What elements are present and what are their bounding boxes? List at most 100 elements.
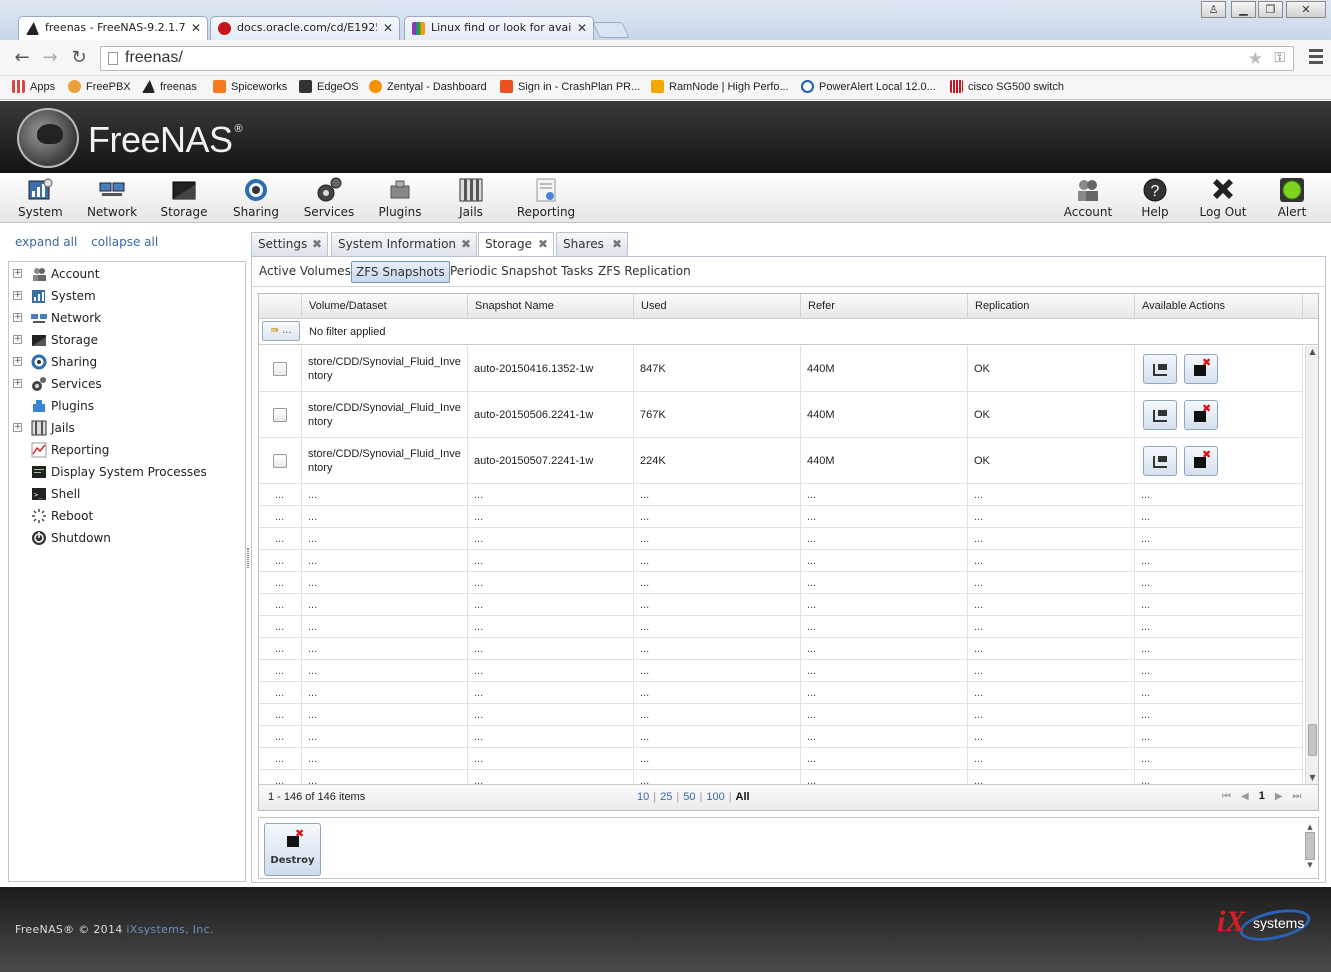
pane-splitter[interactable] xyxy=(247,548,249,568)
window-close-button[interactable]: ✕ xyxy=(1286,1,1326,18)
prev-page-icon[interactable]: ◀ xyxy=(1241,791,1249,802)
column-header-replication[interactable]: Replication xyxy=(968,294,1135,319)
expand-icon[interactable]: + xyxy=(13,269,22,278)
first-page-icon[interactable]: ⏮ xyxy=(1222,791,1231,802)
destroy-snapshot-button[interactable] xyxy=(1184,399,1218,430)
destroy-snapshot-button[interactable] xyxy=(1184,353,1218,384)
expand-icon[interactable]: + xyxy=(13,313,22,322)
scroll-up-icon[interactable]: ▲ xyxy=(1306,346,1318,358)
address-bar[interactable]: freenas/ ★ ⚿ xyxy=(100,46,1294,71)
page-size-25[interactable]: 25 xyxy=(660,791,672,803)
nav-reporting[interactable]: Reporting xyxy=(514,177,578,219)
scroll-up-icon[interactable]: ▲ xyxy=(1304,822,1316,832)
tab-shares[interactable]: Shares ✖ xyxy=(556,232,628,257)
maximize-button[interactable]: ❐ xyxy=(1258,1,1283,18)
bookmark-cisco[interactable]: cisco SG500 switch xyxy=(950,80,1064,94)
nav-plugins[interactable]: Plugins xyxy=(376,177,424,219)
browser-tab-linux[interactable]: Linux find or look for availabl ✕ xyxy=(404,16,594,40)
close-icon[interactable]: ✕ xyxy=(191,17,201,39)
nav-jails[interactable]: Jails xyxy=(452,177,490,219)
collapse-all-link[interactable]: collapse all xyxy=(91,235,158,249)
column-header-used[interactable]: Used xyxy=(634,294,801,319)
new-tab-button[interactable] xyxy=(592,22,630,38)
close-icon[interactable]: ✕ xyxy=(577,17,587,39)
bookmark-spiceworks[interactable]: Spiceworks xyxy=(213,80,287,94)
subtab-active-volumes[interactable]: Active Volumes xyxy=(255,261,355,283)
nav-account[interactable]: Account xyxy=(1062,177,1114,219)
tab-settings[interactable]: Settings ✖ xyxy=(251,232,328,257)
scroll-down-icon[interactable]: ▼ xyxy=(1306,772,1318,784)
tab-system-information[interactable]: System Information ✖ xyxy=(331,232,477,257)
select-column-header[interactable] xyxy=(259,294,302,319)
nav-system[interactable]: System xyxy=(18,177,63,219)
tab-storage[interactable]: Storage ✖ xyxy=(478,232,554,257)
user-profile-button[interactable]: ♙ xyxy=(1201,1,1226,18)
expand-icon[interactable]: + xyxy=(13,335,22,344)
scroll-thumb[interactable] xyxy=(1305,832,1315,860)
bookmark-apps[interactable]: Apps xyxy=(12,80,55,94)
scroll-thumb[interactable] xyxy=(1308,724,1317,756)
bookmark-edgeos[interactable]: EdgeOS xyxy=(299,80,359,94)
nav-help[interactable]: ? Help xyxy=(1138,177,1172,219)
filter-button[interactable]: ⇛ ... xyxy=(262,321,300,341)
page-size-all[interactable]: All xyxy=(736,791,750,803)
bookmark-freepbx[interactable]: FreePBX xyxy=(68,80,131,94)
destroy-snapshot-button[interactable] xyxy=(1184,445,1218,476)
row-checkbox[interactable] xyxy=(273,361,287,376)
key-icon[interactable]: ⚿ xyxy=(1274,50,1285,66)
back-button[interactable]: ← xyxy=(11,48,33,68)
table-row[interactable]: store/CDD/Synovial_Fluid_Inventory auto-… xyxy=(259,346,1303,392)
expand-icon[interactable]: + xyxy=(13,423,22,432)
expand-icon[interactable]: + xyxy=(13,379,22,388)
browser-tab-freenas[interactable]: freenas - FreeNAS-9.2.1.7-R ✕ xyxy=(18,16,208,40)
close-icon[interactable]: ✖ xyxy=(538,233,548,256)
close-icon[interactable]: ✖ xyxy=(312,233,322,256)
subtab-periodic-snapshot-tasks[interactable]: Periodic Snapshot Tasks xyxy=(446,261,597,283)
page-size-10[interactable]: 10 xyxy=(637,791,649,803)
bookmark-star-icon[interactable]: ★ xyxy=(1248,49,1263,69)
close-icon[interactable]: ✖ xyxy=(612,233,622,256)
destroy-button[interactable]: Destroy xyxy=(264,823,321,876)
browser-menu-button[interactable] xyxy=(1309,49,1323,67)
page-size-100[interactable]: 100 xyxy=(706,791,724,803)
action-panel-scrollbar[interactable]: ▲ ▼ xyxy=(1304,822,1316,876)
browser-tab-oracle[interactable]: docs.oracle.com/cd/E19253- ✕ xyxy=(210,16,400,40)
expand-icon[interactable]: + xyxy=(13,357,22,366)
column-header-volume-dataset[interactable]: Volume/Dataset xyxy=(302,294,468,319)
nav-services[interactable]: Services xyxy=(302,177,356,219)
clone-snapshot-button[interactable] xyxy=(1143,399,1177,430)
ixsystems-link[interactable]: iXsystems, Inc. xyxy=(126,923,213,936)
bookmark-crashplan[interactable]: Sign in - CrashPlan PR... xyxy=(500,80,640,94)
close-icon[interactable]: ✕ xyxy=(383,17,393,39)
nav-alert[interactable]: Alert xyxy=(1274,177,1310,219)
clone-snapshot-button[interactable] xyxy=(1143,353,1177,384)
nav-sharing[interactable]: Sharing xyxy=(232,177,280,219)
row-checkbox[interactable] xyxy=(273,407,287,422)
minimize-button[interactable]: ▁ xyxy=(1231,1,1256,18)
clone-snapshot-button[interactable] xyxy=(1143,445,1177,476)
scroll-down-icon[interactable]: ▼ xyxy=(1304,860,1316,870)
expand-all-link[interactable]: expand all xyxy=(15,235,77,249)
row-checkbox[interactable] xyxy=(273,453,287,468)
close-icon[interactable]: ✖ xyxy=(461,233,471,256)
bookmark-freenas[interactable]: freenas xyxy=(142,80,197,94)
next-page-icon[interactable]: ▶ xyxy=(1275,791,1283,802)
current-page[interactable]: 1 xyxy=(1259,790,1265,802)
expand-icon[interactable]: + xyxy=(13,291,22,300)
nav-storage[interactable]: Storage xyxy=(160,177,208,219)
forward-button[interactable]: → xyxy=(39,48,61,68)
nav-network[interactable]: Network xyxy=(86,177,138,219)
column-header-refer[interactable]: Refer xyxy=(801,294,968,319)
table-row[interactable]: store/CDD/Synovial_Fluid_Inventory auto-… xyxy=(259,438,1303,484)
subtab-zfs-snapshots[interactable]: ZFS Snapshots xyxy=(351,261,450,283)
column-header-snapshot-name[interactable]: Snapshot Name xyxy=(468,294,634,319)
nav-logout[interactable]: Log Out xyxy=(1198,177,1248,219)
bookmark-zentyal[interactable]: Zentyal - Dashboard xyxy=(369,80,487,94)
reload-button[interactable]: ↻ xyxy=(68,48,90,68)
grid-scrollbar[interactable]: ▲ ▼ xyxy=(1305,346,1318,784)
table-row[interactable]: store/CDD/Synovial_Fluid_Inventory auto-… xyxy=(259,392,1303,438)
bookmark-poweralert[interactable]: PowerAlert Local 12.0... xyxy=(801,80,936,94)
page-size-50[interactable]: 50 xyxy=(683,791,695,803)
last-page-icon[interactable]: ⏭ xyxy=(1293,791,1302,802)
url-text[interactable]: freenas/ xyxy=(125,49,183,67)
